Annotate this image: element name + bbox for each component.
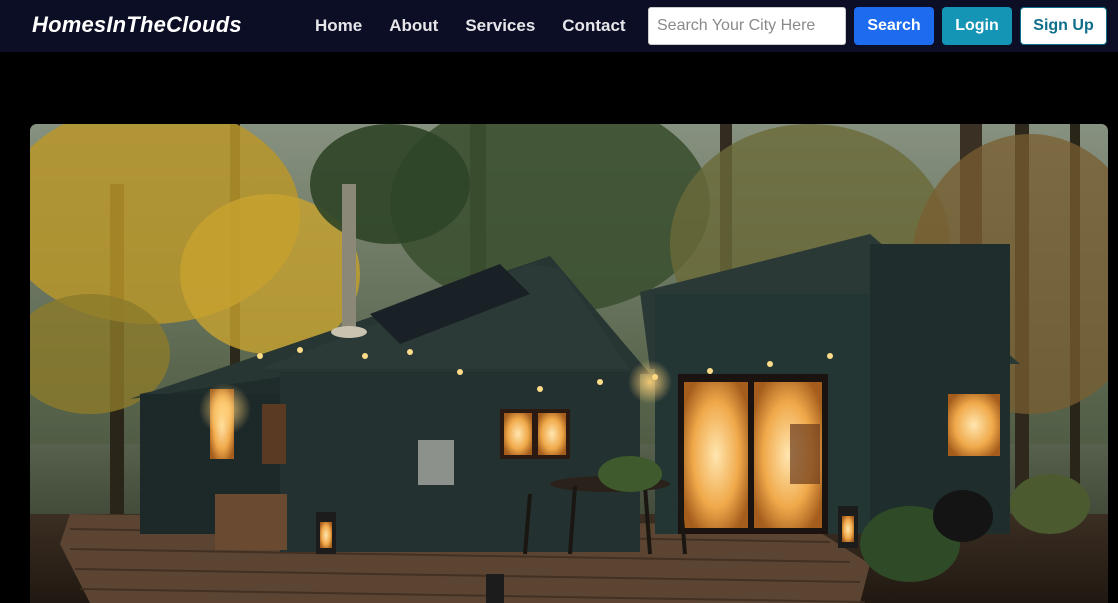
nav-link-about[interactable]: About (389, 16, 438, 36)
search-button[interactable]: Search (854, 7, 934, 45)
nav-link-home[interactable]: Home (315, 16, 362, 36)
nav-links: Home About Services Contact (315, 16, 653, 36)
navbar: HomesInTheClouds Home About Services Con… (0, 0, 1118, 52)
signup-button[interactable]: Sign Up (1020, 7, 1107, 45)
nav-link-services[interactable]: Services (465, 16, 535, 36)
nav-link-contact[interactable]: Contact (562, 16, 625, 36)
login-button[interactable]: Login (942, 7, 1012, 45)
search-input[interactable] (648, 7, 846, 45)
hero-image (30, 124, 1108, 603)
brand-logo[interactable]: HomesInTheClouds (32, 12, 242, 38)
cabin-photo (30, 124, 1108, 603)
